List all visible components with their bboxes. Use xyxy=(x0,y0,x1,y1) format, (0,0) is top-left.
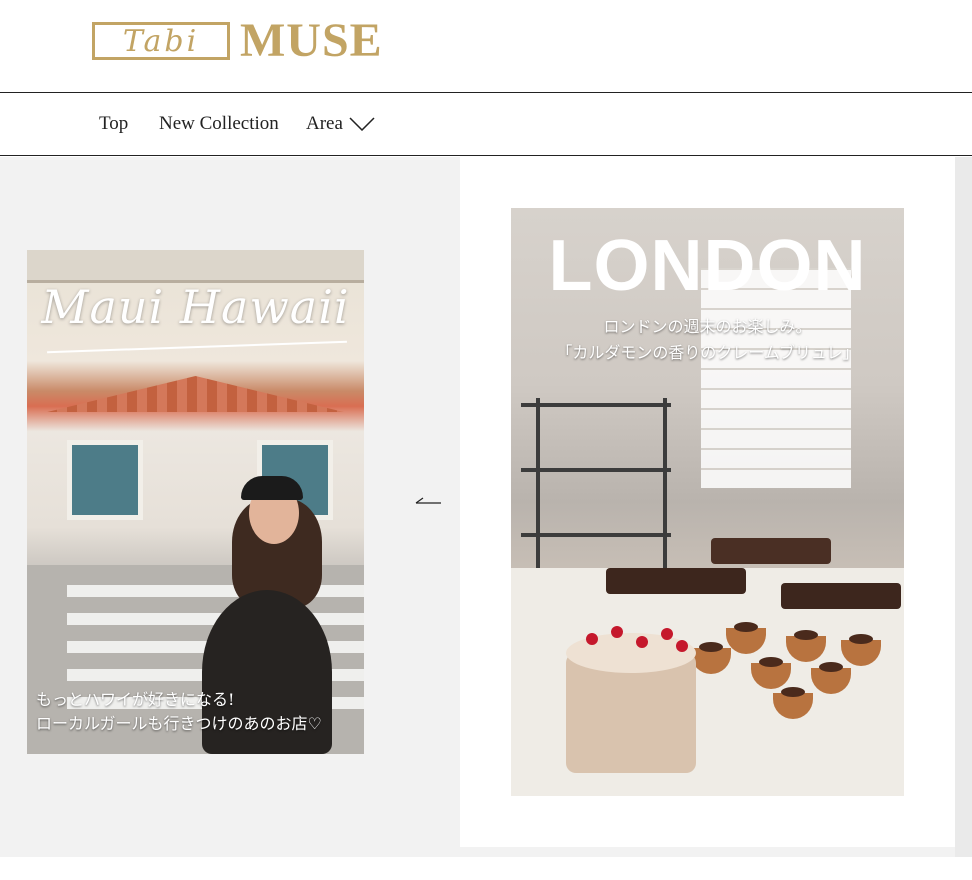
photo-shelf xyxy=(521,533,671,537)
nav-item-area-label: Area xyxy=(306,113,343,134)
caption-line: 「カルダモンの香りのクレームブリュレ」 xyxy=(556,343,859,362)
photo-raspberry xyxy=(636,636,648,648)
photo-awning xyxy=(47,376,344,412)
site-header: Tabi MUSE xyxy=(0,0,972,92)
photo-brownies xyxy=(606,568,746,594)
photo-brownies xyxy=(781,583,901,609)
carousel-section: Maui Hawaii もっとハワイが好きになる! ローカルガールも行きつけのあ… xyxy=(0,157,972,857)
caption-line: ロンドンの週末のお楽しみ。 xyxy=(603,317,812,336)
panel-edge xyxy=(955,157,972,857)
logo-script-text: Tabi xyxy=(122,23,200,59)
photo-raspberry xyxy=(661,628,673,640)
photo-person-cap xyxy=(241,476,303,500)
photo-shelf xyxy=(521,468,671,472)
title-underline xyxy=(47,340,347,354)
main-nav: Top New Collection Area xyxy=(0,92,972,156)
photo-shelf xyxy=(521,403,671,407)
caption-line: もっとハワイが好きになる! xyxy=(36,690,235,709)
photo-brownies xyxy=(711,538,831,564)
card-title-london: LONDON xyxy=(548,226,867,306)
logo-wordmark: MUSE xyxy=(240,14,383,67)
chevron-down-icon xyxy=(349,117,375,131)
page-bottom xyxy=(0,857,972,880)
site-logo[interactable]: Tabi MUSE xyxy=(92,14,383,67)
nav-item-top[interactable]: Top xyxy=(99,113,128,135)
card-caption-london: ロンドンの週末のお楽しみ。 「カルダモンの香りのクレームブリュレ」 xyxy=(511,314,904,366)
photo-shop-window xyxy=(67,440,143,520)
photo-raspberry xyxy=(676,640,688,652)
arrow-left-icon[interactable] xyxy=(414,496,442,510)
caption-line: ローカルガールも行きつけのあのお店♡ xyxy=(36,714,322,733)
logo-script-box: Tabi xyxy=(92,22,230,60)
photo-raspberry xyxy=(586,633,598,645)
photo-building-roof xyxy=(27,250,364,283)
card-title-maui: Maui Hawaii xyxy=(41,280,350,334)
photo-raspberry xyxy=(611,626,623,638)
nav-item-area[interactable]: Area xyxy=(306,113,375,135)
nav-item-new-collection[interactable]: New Collection xyxy=(159,113,279,135)
article-card-london[interactable]: LONDON ロンドンの週末のお楽しみ。 「カルダモンの香りのクレームブリュレ」 xyxy=(511,208,904,796)
article-card-maui[interactable]: Maui Hawaii もっとハワイが好きになる! ローカルガールも行きつけのあ… xyxy=(27,250,364,754)
card-caption-maui: もっとハワイが好きになる! ローカルガールも行きつけのあのお店♡ xyxy=(36,688,356,736)
featured-panel: LONDON ロンドンの週末のお楽しみ。 「カルダモンの香りのクレームブリュレ」 xyxy=(460,157,955,847)
